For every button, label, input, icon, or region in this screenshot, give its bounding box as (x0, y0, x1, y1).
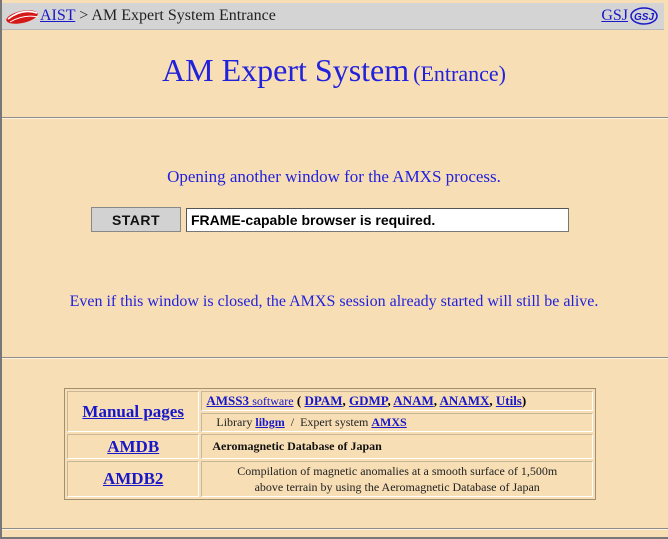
manual-pages-cell: Manual pages (67, 391, 200, 432)
amss3-software-link[interactable]: AMSS3 software (206, 393, 293, 408)
table-row: AMDB Aeromagnetic Database of Japan (67, 434, 593, 459)
utils-link[interactable]: Utils (496, 393, 522, 408)
page-title: AM Expert System (Entrance) (0, 52, 668, 89)
gsj-link-group: GSJ GSJ (601, 7, 658, 25)
library-label: Library (216, 415, 256, 429)
amdb2-cell: AMDB2 (67, 461, 200, 497)
breadcrumb-aist-link[interactable]: AIST (40, 7, 75, 24)
library-row: Library libgm / Expert system AMXS (201, 413, 593, 432)
start-button[interactable]: START (91, 207, 181, 232)
row-separator: / (284, 415, 301, 429)
table-row: Manual pages AMSS3 software ( DPAM, GDMP… (67, 391, 593, 432)
links-table: Manual pages AMSS3 software ( DPAM, GDMP… (64, 388, 596, 500)
close-paren: ) (521, 393, 527, 408)
gdmp-link[interactable]: GDMP (349, 393, 388, 408)
table-row: AMDB2 Compilation of magnetic anomalies … (67, 461, 593, 497)
page-title-sub: (Entrance) (413, 61, 506, 86)
divider-bottom (2, 528, 668, 530)
top-navigation-bar: AIST > AM Expert System Entrance GSJ GSJ (2, 3, 664, 30)
libgm-link[interactable]: libgm (255, 415, 284, 429)
divider-middle (2, 357, 668, 359)
anam-link[interactable]: ANAM (393, 393, 433, 408)
session-alive-note: Even if this window is closed, the AMXS … (69, 293, 599, 310)
amxs-link[interactable]: AMXS (371, 415, 406, 429)
amdb-description: Aeromagnetic Database of Japan (201, 434, 593, 459)
gsj-link[interactable]: GSJ (601, 7, 628, 25)
dpam-link[interactable]: DPAM (304, 393, 342, 408)
gsj-logo-icon[interactable]: GSJ (630, 7, 658, 25)
svg-text:GSJ: GSJ (634, 12, 654, 23)
anamx-link[interactable]: ANAMX (440, 393, 490, 408)
manual-pages-link[interactable]: Manual pages (82, 402, 184, 421)
browser-status-field[interactable] (186, 208, 569, 232)
open-paren: ( (293, 393, 305, 408)
expert-system-label: Expert system (300, 415, 372, 429)
amdb2-link[interactable]: AMDB2 (103, 469, 163, 488)
page-title-main: AM Expert System (162, 52, 410, 88)
amss3-label: AMSS3 (206, 393, 250, 408)
breadcrumb: AIST > AM Expert System Entrance (40, 7, 276, 25)
amss3-row: AMSS3 software ( DPAM, GDMP, ANAM, ANAMX… (201, 391, 593, 411)
amdb2-description: Compilation of magnetic anomalies at a s… (201, 461, 593, 497)
breadcrumb-separator: > (75, 7, 92, 24)
amdb-link[interactable]: AMDB (107, 437, 159, 456)
amdb-cell: AMDB (67, 434, 200, 459)
breadcrumb-current-page: AM Expert System Entrance (91, 7, 276, 24)
opening-message: Opening another window for the AMXS proc… (167, 167, 501, 186)
aist-logo-icon[interactable] (4, 6, 40, 26)
software-label: software (252, 394, 294, 408)
amdb2-description-line1: Compilation of magnetic anomalies at a s… (237, 464, 558, 478)
divider-top (2, 117, 668, 119)
amdb2-description-line2: above terrain by using the Aeromagnetic … (254, 480, 540, 494)
